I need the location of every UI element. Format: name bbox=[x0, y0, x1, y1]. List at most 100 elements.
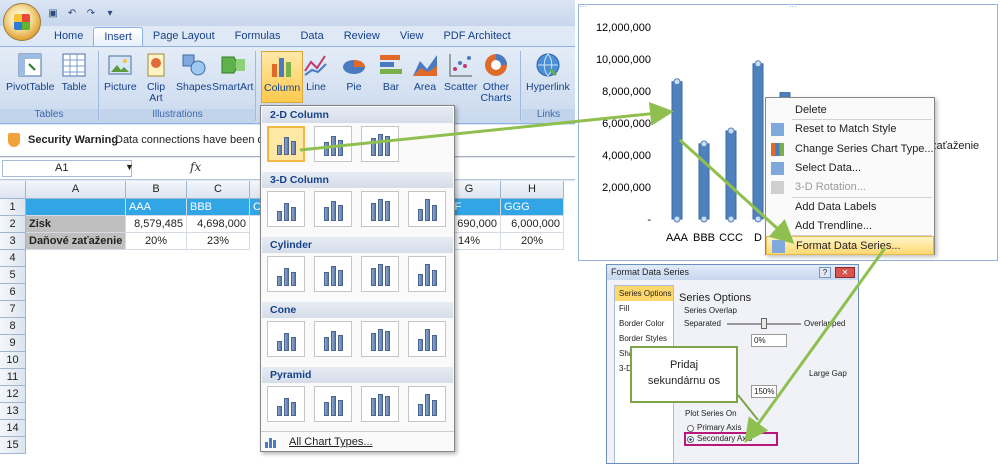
select-all-corner[interactable] bbox=[0, 181, 26, 199]
chart-subtype-thumbnail[interactable] bbox=[314, 191, 352, 227]
chart-subtype-thumbnail[interactable] bbox=[361, 321, 399, 357]
hyperlink-button[interactable]: Hyperlink bbox=[526, 51, 570, 93]
gap-width-input[interactable]: 150% bbox=[751, 385, 777, 398]
chart-subtype-thumbnail[interactable] bbox=[267, 126, 305, 162]
nav-fill[interactable]: Fill bbox=[615, 301, 673, 316]
cell-h3[interactable]: 20% bbox=[501, 233, 564, 250]
chart-subtype-thumbnail[interactable] bbox=[267, 256, 305, 292]
chart-bar[interactable] bbox=[725, 130, 737, 220]
col-header-c[interactable]: C bbox=[187, 181, 250, 199]
chart-subtype-thumbnail[interactable] bbox=[361, 386, 399, 422]
row-header[interactable]: 2 bbox=[0, 216, 26, 233]
row-header[interactable]: 14 bbox=[0, 420, 26, 437]
chart-resize-handle[interactable]: ··· bbox=[789, 258, 797, 267]
redo-icon[interactable]: ↷ bbox=[84, 6, 98, 20]
menu-item-add-data-labels[interactable]: Add Data Labels bbox=[766, 198, 934, 217]
row-header[interactable]: 4 bbox=[0, 250, 26, 267]
table-button[interactable]: Table bbox=[60, 51, 88, 93]
chart-subtype-thumbnail[interactable] bbox=[314, 386, 352, 422]
col-header-a[interactable]: A bbox=[26, 181, 126, 199]
tab-view[interactable]: View bbox=[390, 27, 434, 46]
row-header[interactable]: 6 bbox=[0, 284, 26, 301]
overlap-slider-thumb[interactable] bbox=[761, 318, 767, 329]
cell-b2[interactable]: 8,579,485 bbox=[126, 216, 187, 233]
area-chart-button[interactable]: Area bbox=[411, 51, 439, 93]
chart-subtype-thumbnail[interactable] bbox=[408, 321, 446, 357]
tab-pdf-architect[interactable]: PDF Architect bbox=[433, 27, 520, 46]
row-header[interactable]: 3 bbox=[0, 233, 26, 250]
chart-resize-handle[interactable]: ··· bbox=[579, 2, 587, 11]
menu-item-format-data-series[interactable]: Format Data Series... bbox=[766, 236, 934, 255]
menu-item-change-series-chart-type[interactable]: Change Series Chart Type... bbox=[766, 140, 934, 159]
tab-page-layout[interactable]: Page Layout bbox=[143, 27, 225, 46]
chart-subtype-thumbnail[interactable] bbox=[361, 256, 399, 292]
tab-home[interactable]: Home bbox=[44, 27, 93, 46]
chart-subtype-thumbnail[interactable] bbox=[314, 321, 352, 357]
undo-icon[interactable]: ↶ bbox=[65, 6, 79, 20]
qat-dropdown-icon[interactable]: ▾ bbox=[103, 6, 117, 20]
pivottable-button[interactable]: PivotTable bbox=[6, 51, 54, 93]
scatter-chart-button[interactable]: Scatter bbox=[444, 51, 477, 93]
office-button[interactable] bbox=[3, 3, 41, 41]
primary-axis-radio[interactable] bbox=[687, 425, 694, 432]
chart-subtype-thumbnail[interactable] bbox=[408, 386, 446, 422]
all-chart-types-link[interactable]: All Chart Types... bbox=[289, 436, 373, 448]
cell-h1[interactable]: GGG bbox=[501, 199, 564, 216]
other-charts-button[interactable]: Other Charts bbox=[478, 51, 514, 104]
close-button[interactable]: ✕ bbox=[835, 267, 855, 278]
pie-chart-button[interactable]: Pie bbox=[340, 51, 368, 93]
smartart-button[interactable]: SmartArt bbox=[212, 51, 253, 93]
menu-item-select-data[interactable]: Select Data... bbox=[766, 159, 934, 178]
chart-subtype-thumbnail[interactable] bbox=[314, 256, 352, 292]
cell-a1[interactable] bbox=[26, 199, 126, 216]
shapes-button[interactable]: Shapes bbox=[176, 51, 212, 93]
name-box[interactable]: A1 bbox=[2, 160, 132, 177]
tab-data[interactable]: Data bbox=[290, 27, 333, 46]
save-icon[interactable]: ▣ bbox=[46, 6, 60, 20]
namebox-dropdown-icon[interactable]: ▼ bbox=[125, 162, 134, 172]
row-header[interactable]: 10 bbox=[0, 352, 26, 369]
cell-h2[interactable]: 6,000,000 bbox=[501, 216, 564, 233]
row-header[interactable]: 1 bbox=[0, 199, 26, 216]
col-header-b[interactable]: B bbox=[126, 181, 187, 199]
nav-border-styles[interactable]: Border Styles bbox=[615, 331, 673, 346]
tab-formulas[interactable]: Formulas bbox=[225, 27, 291, 46]
chart-resize-handle[interactable]: ··· bbox=[579, 258, 587, 267]
chart-resize-handle[interactable]: ··· bbox=[789, 2, 797, 11]
chart-subtype-thumbnail[interactable] bbox=[408, 256, 446, 292]
row-header[interactable]: 11 bbox=[0, 369, 26, 386]
cell-c1[interactable]: BBB bbox=[187, 199, 250, 216]
chart-subtype-thumbnail[interactable] bbox=[267, 386, 305, 422]
tab-insert[interactable]: Insert bbox=[93, 27, 143, 46]
fx-icon[interactable]: fx bbox=[190, 160, 201, 174]
row-header[interactable]: 12 bbox=[0, 386, 26, 403]
line-chart-button[interactable]: Line bbox=[302, 51, 330, 93]
row-header[interactable]: 8 bbox=[0, 318, 26, 335]
menu-item-delete[interactable]: Delete bbox=[766, 101, 934, 120]
help-button[interactable]: ? bbox=[819, 267, 831, 278]
chart-subtype-thumbnail[interactable] bbox=[408, 191, 446, 227]
row-header[interactable]: 9 bbox=[0, 335, 26, 352]
chart-resize-handle[interactable]: ··· bbox=[998, 2, 1000, 11]
cell-b1[interactable]: AAA bbox=[126, 199, 187, 216]
cell-a2[interactable]: Zisk bbox=[26, 216, 126, 233]
chart-subtype-thumbnail[interactable] bbox=[267, 321, 305, 357]
cell-c3[interactable]: 23% bbox=[187, 233, 250, 250]
chart-subtype-thumbnail[interactable] bbox=[361, 191, 399, 227]
chart-resize-handle[interactable]: ··· bbox=[998, 258, 1000, 267]
picture-button[interactable]: Picture bbox=[104, 51, 137, 93]
clipart-button[interactable]: Clip Art bbox=[145, 51, 167, 104]
cell-a3[interactable]: Daňové zaťaženie bbox=[26, 233, 126, 250]
col-header-h[interactable]: H bbox=[501, 181, 564, 199]
menu-item-reset-to-match-style[interactable]: Reset to Match Style bbox=[766, 120, 934, 139]
bar-chart-button[interactable]: Bar bbox=[377, 51, 405, 93]
column-chart-button[interactable]: Column bbox=[261, 51, 304, 103]
chart-bar[interactable] bbox=[698, 143, 710, 220]
chart-subtype-thumbnail[interactable] bbox=[267, 191, 305, 227]
cell-c2[interactable]: 4,698,000 bbox=[187, 216, 250, 233]
row-header[interactable]: 15 bbox=[0, 437, 26, 454]
nav-series-options[interactable]: Series Options bbox=[615, 286, 673, 301]
row-header[interactable]: 13 bbox=[0, 403, 26, 420]
chart-bar[interactable] bbox=[671, 81, 683, 220]
tab-review[interactable]: Review bbox=[334, 27, 390, 46]
